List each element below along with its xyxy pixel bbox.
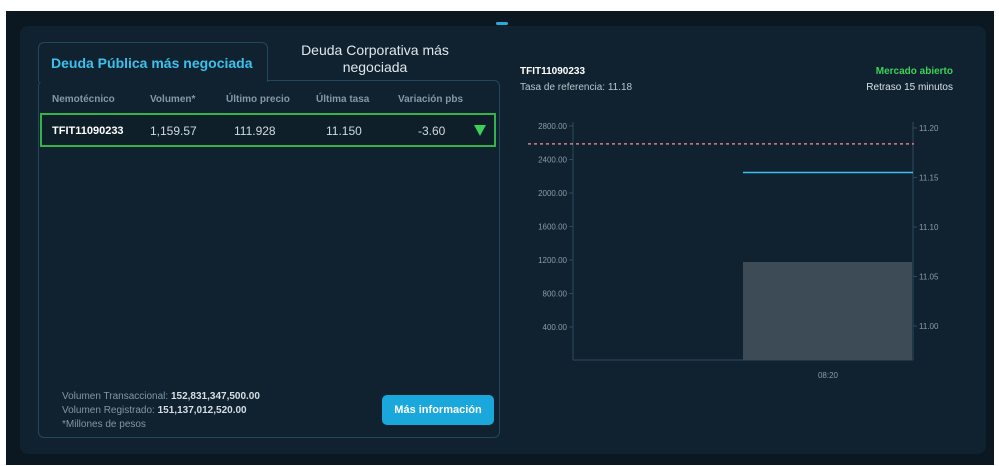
tab-public-debt-label: Deuda Pública más negociada	[51, 55, 253, 71]
left-tick-label: 2000.00	[538, 189, 567, 198]
cell-rate: 11.150	[326, 124, 362, 138]
left-tick-label: 1600.00	[538, 223, 567, 232]
cell-code: TFIT11090233	[52, 125, 124, 137]
units-note: *Millones de pesos	[62, 419, 146, 430]
right-axis: 11.20 11.15 11.10 11.05 11.00	[913, 124, 939, 331]
right-tick-label: 11.10	[919, 223, 939, 232]
reference-rate: Tasa de referencia: 11.18	[520, 82, 633, 93]
chart-instrument: TFIT11090233	[520, 66, 586, 77]
right-tick-label: 11.05	[919, 273, 939, 282]
volume-bar	[743, 262, 912, 360]
left-tick-label: 1200.00	[538, 256, 567, 265]
delay-note: Retraso 15 minutos	[866, 82, 953, 93]
column-header-code[interactable]: Nemotécnico	[52, 94, 115, 105]
tab-corporate-debt[interactable]: Deuda Corporativa más negociada	[290, 42, 460, 76]
column-header-rate[interactable]: Última tasa	[316, 94, 369, 105]
left-tick-label: 2400.00	[538, 156, 567, 165]
right-tick-label: 11.20	[919, 124, 939, 133]
transactional-volume: Volumen Transaccional: 152,831,347,500.0…	[62, 391, 260, 402]
registered-volume-label: Volumen Registrado:	[62, 405, 155, 416]
market-status: Mercado abierto	[875, 66, 953, 77]
table-row[interactable]: TFIT11090233 1,159.57 111.928 11.150 -3.…	[40, 113, 496, 147]
column-header-volume[interactable]: Volumen*	[150, 94, 195, 105]
tab-connector	[52, 74, 232, 76]
down-arrow-icon	[474, 125, 486, 136]
cell-volume: 1,159.57	[150, 124, 197, 138]
transactional-volume-label: Volumen Transaccional:	[62, 391, 169, 402]
cell-price: 111.928	[234, 124, 276, 138]
price-volume-chart: 2800.00 2400.00 2000.00 1600.00 1200.00 800.0…	[528, 122, 939, 380]
cell-variation: -3.60	[418, 124, 446, 138]
plot-area: 08:20	[528, 122, 914, 380]
registered-volume-value: 151,137,012,520.00	[157, 405, 247, 416]
left-tick-label: 2800.00	[538, 122, 567, 131]
registered-volume: Volumen Registrado: 151,137,012,520.00	[62, 405, 247, 416]
column-header-variation[interactable]: Variación pbs	[398, 94, 463, 105]
transactional-volume-value: 152,831,347,500.00	[170, 391, 260, 402]
more-info-button[interactable]: Más información	[382, 395, 494, 425]
tab-public-debt[interactable]: Deuda Pública más negociada	[38, 42, 268, 82]
right-tick-label: 11.00	[919, 322, 939, 331]
left-axis: 2800.00 2400.00 2000.00 1600.00 1200.00 800.0…	[538, 122, 573, 332]
drag-handle-indicator	[496, 22, 508, 25]
left-tick-label: 800.00	[543, 290, 568, 299]
right-tick-label: 11.15	[919, 174, 939, 183]
left-tick-label: 400.00	[543, 323, 568, 332]
x-tick-label: 08:20	[818, 371, 839, 380]
column-header-price[interactable]: Último precio	[226, 94, 290, 105]
